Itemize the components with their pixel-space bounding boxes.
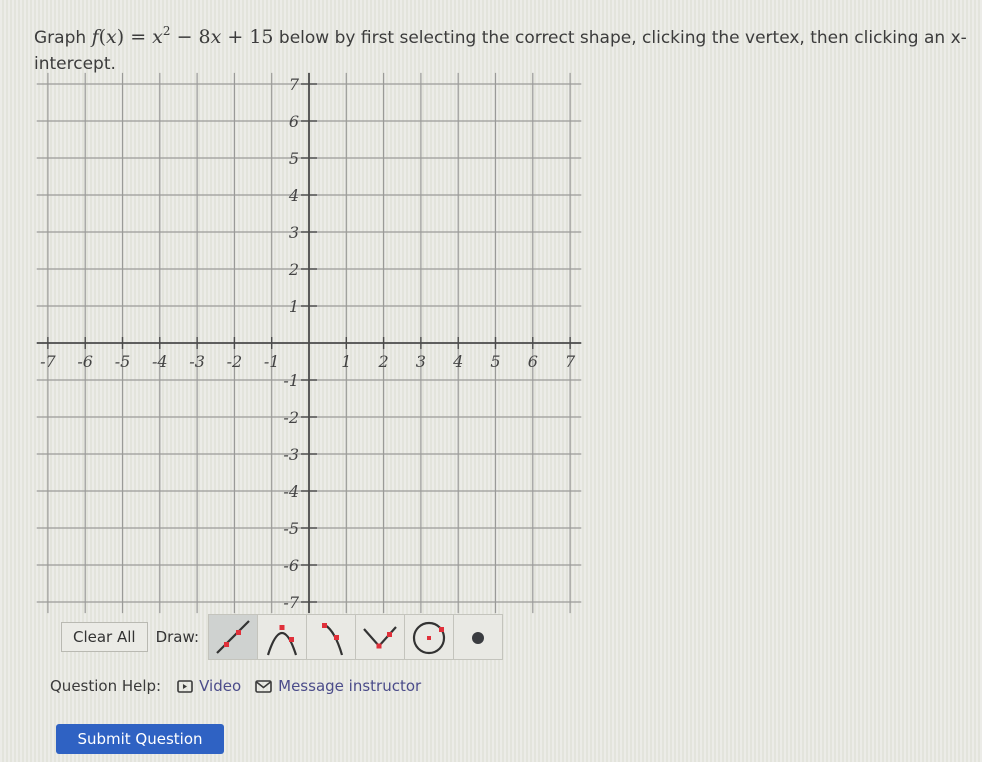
submit-question-button[interactable]: Submit Question [56,724,224,754]
x-tick-label: 3 [416,352,426,371]
y-tick-label: 2 [288,260,299,279]
square-root-curve-icon [322,623,344,656]
circle-tool-button[interactable] [405,615,455,659]
point-icon [472,632,485,644]
question-help: Question Help: Video Message instructor [50,677,435,695]
x-tick-label: -5 [115,352,131,371]
video-link[interactable]: Video [177,677,241,695]
y-tick-label: -4 [283,482,299,501]
y-tick-label: 6 [289,112,299,131]
mail-icon [255,679,272,693]
y-tick-label: -2 [283,408,299,427]
x-tick-label: -4 [152,352,168,371]
circle-icon [412,621,446,655]
y-tick-label: -5 [283,519,299,538]
message-instructor-label: Message instructor [278,677,422,695]
graph-canvas[interactable]: -7 -6 -5 -4 -3 -2 -1 1 2 3 4 5 6 7 7 6 5 4 3 2 1 -1 -2 -3 -4 -5 -6… [0,0,982,620]
question-help-label: Question Help: [50,677,162,695]
x-tick-label: -2 [227,352,243,371]
x-tick-label: -1 [264,352,280,371]
parabola-tool-button[interactable] [258,615,308,659]
draw-tools [208,614,504,660]
y-tick-label: 5 [289,149,299,168]
x-tick-label: -7 [40,352,56,371]
x-tick-label: -6 [77,352,93,371]
x-tick-label: 5 [490,352,500,371]
draw-label: Draw: [155,628,200,646]
line-tool-icon [216,620,250,654]
clear-all-button[interactable]: Clear All [61,622,148,652]
sqrt-tool-button[interactable] [307,615,357,659]
x-tick-label: 7 [565,352,576,371]
y-tick-label: -3 [283,445,299,464]
video-icon [177,679,193,693]
line-tool-button[interactable] [209,615,259,659]
y-tick-label: 1 [289,297,299,316]
parabola-icon [266,625,298,656]
x-tick-label: 2 [378,352,389,371]
x-tick-label: 4 [452,352,463,371]
y-tick-label: 7 [289,75,300,94]
x-tick-label: -3 [189,352,205,371]
y-tick-label: -7 [283,593,299,612]
y-tick-label: -1 [283,371,299,390]
y-tick-label: 4 [288,186,299,205]
x-tick-label: 1 [341,352,351,371]
absolute-value-icon [363,626,397,649]
y-tick-label: -6 [283,556,299,575]
absolute-value-tool-button[interactable] [356,615,406,659]
graph-toolbar: Clear All Draw: [61,614,504,660]
point-tool-button[interactable] [454,615,502,659]
message-instructor-link[interactable]: Message instructor [255,677,421,695]
x-tick-label: 6 [528,352,538,371]
video-link-label: Video [199,677,242,695]
y-tick-label: 3 [289,223,299,242]
